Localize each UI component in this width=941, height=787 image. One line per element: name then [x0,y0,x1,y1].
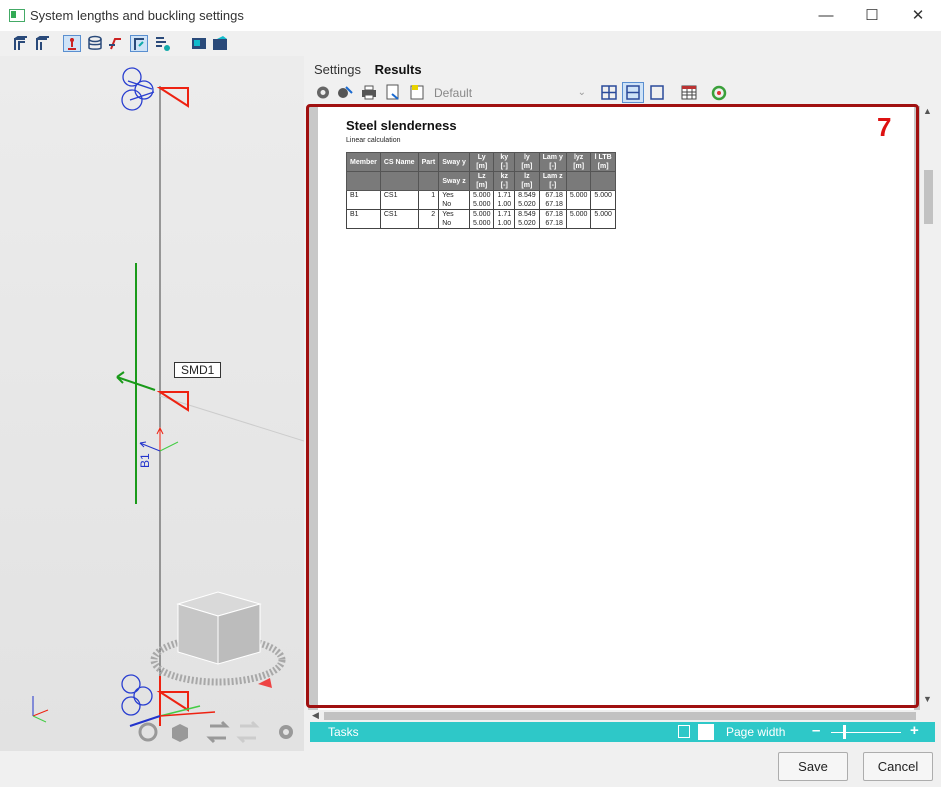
annotation-number: 7 [877,112,892,142]
view-cube[interactable] [150,591,286,688]
settings-tools-icon[interactable] [336,84,354,101]
window-title: System lengths and buckling settings [30,8,244,23]
layout-split-icon[interactable] [622,82,644,103]
zoom-in-button[interactable]: + [910,722,919,739]
tab-strip: Settings Results [314,62,432,77]
support-icon[interactable] [107,35,125,52]
zoom-out-button[interactable]: – [812,722,820,739]
frame-icon[interactable] [12,35,30,52]
preset-select-value: Default [434,86,473,100]
scroll-up-icon[interactable]: ▲ [923,106,932,116]
layout-grid-icon[interactable] [678,725,690,738]
database-icon[interactable] [86,35,104,52]
export-icon[interactable] [211,35,229,52]
gear-icon[interactable] [314,84,332,101]
structure-viewport[interactable]: SMD1 B1 [0,56,305,751]
main-toolbar [0,31,941,56]
frame-alt-icon[interactable] [34,35,52,52]
layout-grid-icon[interactable] [600,84,618,101]
zoom-slider[interactable] [831,732,901,733]
vertical-scrollbar[interactable]: ▲ ▼ [921,104,935,708]
table-icon[interactable] [680,84,698,101]
layout-single-icon[interactable] [648,84,666,101]
structure-drawing [32,67,304,744]
zoom-mode-label[interactable]: Page width [726,725,785,739]
cancel-button[interactable]: Cancel [863,752,933,781]
refresh-icon[interactable] [710,84,728,101]
scroll-left-icon[interactable]: ◀ [312,710,319,721]
title-bar: System lengths and buckling settings — ☐… [0,0,941,32]
print-icon[interactable] [360,84,378,101]
layout-split-icon[interactable] [698,724,714,740]
tasks-label[interactable]: Tasks [328,725,359,739]
document-icon[interactable] [408,84,426,101]
export-doc-icon[interactable] [384,84,402,101]
scroll-thumb[interactable] [924,170,933,224]
viewport-nav-icons [138,720,293,744]
save-button[interactable]: Save [778,752,848,781]
tasks-bar: Tasks Page width – + [310,722,935,742]
hscroll-thumb[interactable] [324,712,916,720]
tab-results[interactable]: Results [375,62,422,77]
beam-icon[interactable] [130,35,148,52]
highlight-frame [306,104,919,708]
member-icon[interactable] [63,35,81,52]
horizontal-scrollbar[interactable]: ◀ [310,710,920,722]
preset-select[interactable]: Default ⌄ [430,84,590,102]
top-support-symbol [121,67,155,111]
minimize-button[interactable]: — [803,0,849,31]
results-toolbar: Default ⌄ [310,82,932,104]
tab-settings[interactable]: Settings [314,62,361,77]
maximize-button[interactable]: ☐ [849,0,895,31]
app-icon [9,9,25,22]
scroll-down-icon[interactable]: ▼ [923,694,932,704]
zoom-slider-handle[interactable] [843,725,846,739]
graphic-icon[interactable] [190,35,208,52]
chevron-down-icon: ⌄ [577,87,586,98]
close-button[interactable]: ✕ [895,0,941,31]
view-settings-icon[interactable] [154,35,172,52]
node-label-box: SMD1 [174,362,222,378]
member-label: B1 [138,453,152,468]
